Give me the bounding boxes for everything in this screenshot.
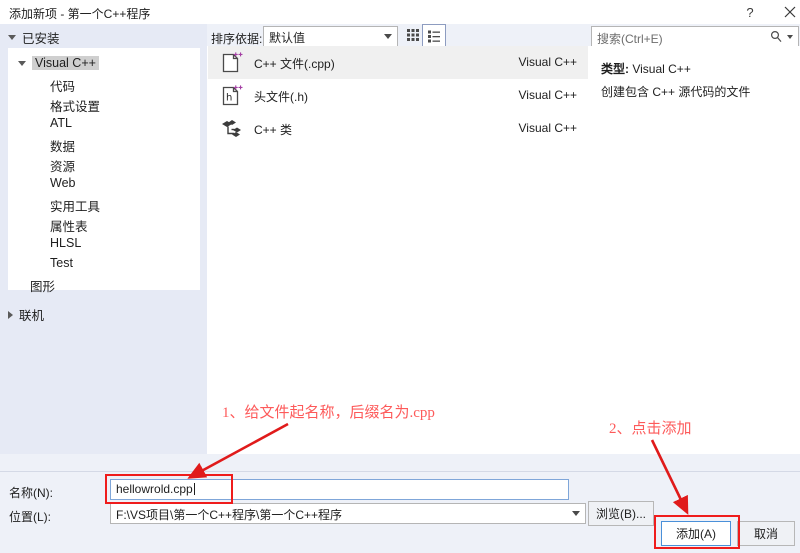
location-input-value: F:\VS项目\第一个C++程序\第一个C++程序 [116,508,343,522]
sidebar-item-test[interactable]: Test [50,256,73,270]
name-label: 名称(N): [9,486,53,500]
detail-type-row: 类型: Visual C++ [601,60,691,77]
tree-root-installed[interactable]: 已安装 [8,28,60,47]
chevron-down-icon[interactable] [572,511,580,516]
close-icon [784,6,796,18]
annotation-text-1: 1、给文件起名称，后缀名为.cpp [222,405,435,421]
list-item[interactable]: C++ 类 Visual C++ [208,112,588,145]
sidebar-item-hlsl[interactable]: HLSL [50,236,81,250]
sidebar-item-utility[interactable]: 实用工具 [50,196,100,215]
detail-type-label: 类型: [601,62,629,76]
list-view-icon [428,30,440,43]
grid-view-icon [407,29,419,41]
cpp-file-icon [220,51,244,75]
location-input[interactable]: F:\VS项目\第一个C++程序\第一个C++程序 [110,503,586,524]
cpp-class-icon [220,117,244,141]
sidebar-item-resource[interactable]: 资源 [50,156,75,175]
chevron-right-icon [8,310,13,319]
sidebar-item-graphics[interactable]: 图形 [30,276,55,295]
sidebar-item-web[interactable]: Web [50,176,75,190]
annotation-highlight-name-field [105,474,233,504]
sidebar-item-label: 数据 [50,140,76,154]
sidebar-item-label: 实用工具 [50,200,101,214]
sidebar-item-property-sheets[interactable]: 属性表 [50,216,88,235]
page-title: 添加新项 - 第一个C++程序 [9,7,151,21]
list-view-button[interactable] [422,24,446,48]
list-item-source: Visual C++ [518,55,577,69]
cancel-button[interactable]: 取消 [737,521,795,546]
list-item-source: Visual C++ [518,88,577,102]
sidebar-item-label: 资源 [50,160,76,174]
close-button[interactable] [772,0,800,24]
sidebar-item-data[interactable]: 数据 [50,136,75,155]
divider [0,471,800,472]
detail-description: 创建包含 C++ 源代码的文件 [601,85,751,99]
sidebar-item-formatting[interactable]: 格式设置 [50,96,100,115]
search-placeholder: 搜索(Ctrl+E) [597,32,663,46]
search-icon [770,30,782,46]
search-input[interactable]: 搜索(Ctrl+E) [591,26,799,48]
list-item[interactable]: C++ 文件(.cpp) Visual C++ [208,46,588,79]
sidebar-item-label: HLSL [50,236,82,250]
tree-root-label: 已安装 [22,32,60,46]
svg-text:h: h [226,93,232,104]
title-bar: 添加新项 - 第一个C++程序 ? [0,0,800,24]
grid-view-button[interactable] [402,24,424,46]
template-details-panel: 类型: Visual C++ 创建包含 C++ 源代码的文件 [589,46,800,454]
sidebar-item-label: 图形 [30,280,56,294]
detail-type-value: Visual C++ [632,62,691,76]
question-mark-icon: ? [746,4,754,20]
sidebar-item-visual-cpp[interactable]: Visual C++ [18,56,99,70]
sidebar-item-atl[interactable]: ATL [50,116,72,130]
list-item[interactable]: h 头文件(.h) Visual C++ [208,79,588,112]
sidebar-item-label: 代码 [50,80,76,94]
sidebar-item-label: Visual C++ [32,56,99,70]
sidebar-item-label: Web [50,176,76,190]
tree-online-label: 联机 [19,309,45,323]
list-item-name: C++ 文件(.cpp) [254,57,335,71]
sidebar-item-label: 属性表 [50,220,88,234]
chevron-down-icon [384,34,392,39]
chevron-down-icon [18,60,26,66]
sort-by-value: 默认值 [269,31,306,45]
help-button[interactable]: ? [732,0,768,24]
header-file-icon: h [220,84,244,108]
installed-tree-panel: 已安装 Visual C++ 代码 格式设置 ATL 数据 资源 Web 实用工… [0,24,207,454]
sort-by-label: 排序依据: [211,32,263,46]
sidebar-item-label: Test [50,256,73,270]
location-label: 位置(L): [9,510,52,524]
tree-root-online[interactable]: 联机 [8,305,44,324]
template-list: C++ 文件(.cpp) Visual C++ h 头文件(.h) Visual… [208,46,588,454]
chevron-down-icon[interactable] [787,35,793,39]
add-new-item-dialog: 添加新项 - 第一个C++程序 ? 已安装 Visual C++ 代码 格式设置… [0,0,800,553]
list-item-name: C++ 类 [254,123,293,137]
browse-button[interactable]: 浏览(B)... [588,501,654,526]
tree-list: Visual C++ 代码 格式设置 ATL 数据 资源 Web 实用工具 属性… [8,48,200,294]
sort-by-dropdown[interactable]: 默认值 [263,26,398,47]
list-item-source: Visual C++ [518,121,577,135]
sidebar-item-label: 格式设置 [50,100,101,114]
annotation-text-2: 2、点击添加 [609,421,692,437]
sidebar-item-label: ATL [50,116,72,130]
annotation-highlight-add-button [654,515,740,549]
sidebar-item-code[interactable]: 代码 [50,76,75,95]
list-item-name: 头文件(.h) [254,90,309,104]
chevron-down-icon [8,35,16,40]
